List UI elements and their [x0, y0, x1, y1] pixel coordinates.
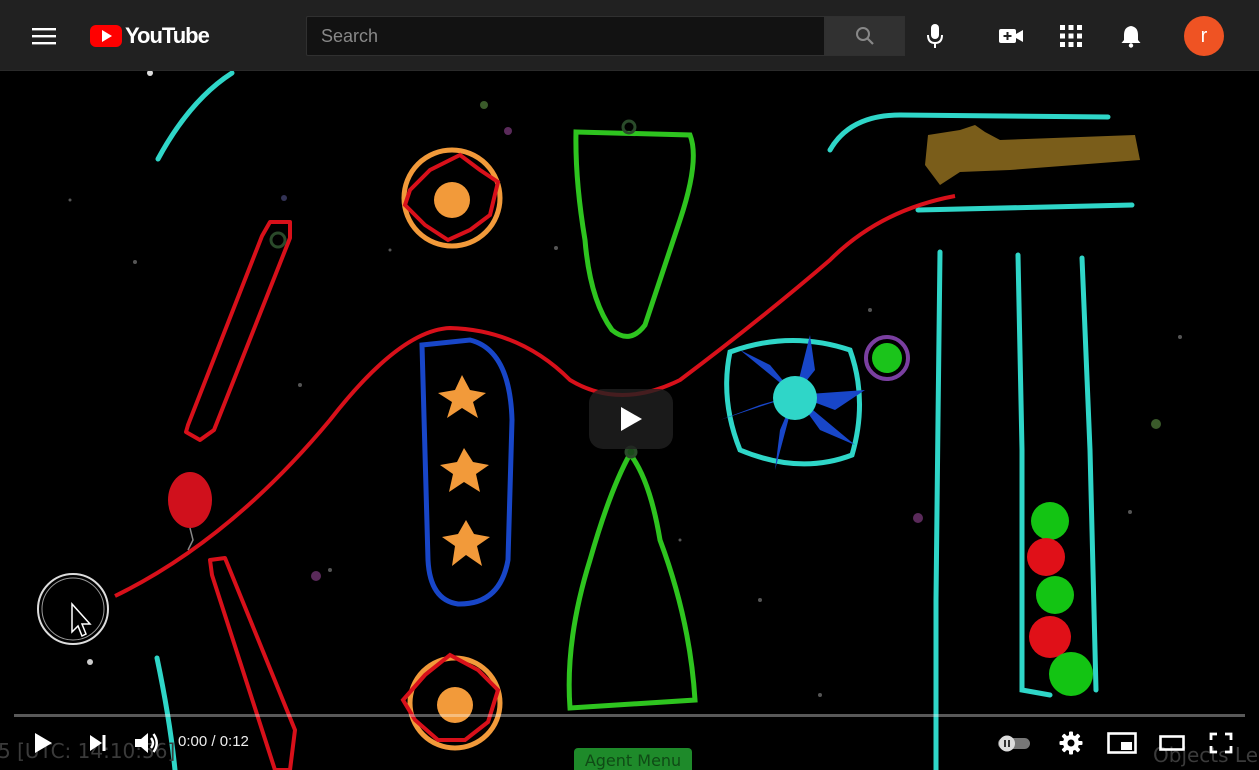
play-button[interactable]	[25, 725, 61, 761]
voice-search-button[interactable]	[915, 16, 955, 56]
notifications-button[interactable]	[1111, 16, 1151, 56]
youtube-app: YouTube Search r 5 [UTC: 14:10:56] Objec…	[0, 0, 1259, 770]
next-button[interactable]	[80, 725, 116, 761]
apps-button[interactable]	[1051, 16, 1091, 56]
guide-menu-button[interactable]	[24, 16, 64, 56]
fullscreen-button[interactable]	[1202, 725, 1240, 761]
theater-icon	[1159, 735, 1185, 751]
theater-mode-button[interactable]	[1152, 725, 1192, 761]
masthead: YouTube Search r	[0, 0, 1259, 71]
video-camera-add-icon	[999, 29, 1023, 43]
autoplay-toggle[interactable]	[994, 725, 1034, 761]
large-play-button[interactable]	[589, 389, 673, 449]
fullscreen-icon	[1209, 732, 1233, 754]
gear-icon	[1059, 731, 1083, 755]
create-button[interactable]	[991, 16, 1031, 56]
search-icon	[856, 27, 874, 45]
next-icon	[90, 735, 106, 751]
time-display: 0:00 / 0:12	[178, 733, 249, 750]
bell-icon	[1121, 26, 1141, 48]
search-input[interactable]: Search	[306, 16, 825, 56]
search-placeholder: Search	[321, 25, 379, 46]
search-button[interactable]	[825, 16, 905, 56]
mute-button[interactable]	[128, 725, 166, 761]
agent-menu-tab: Agent Menu	[574, 748, 692, 770]
miniplayer-button[interactable]	[1102, 725, 1142, 761]
volume-icon	[135, 733, 158, 753]
hamburger-icon	[32, 28, 56, 45]
progress-bar[interactable]	[14, 714, 1245, 717]
apps-grid-icon	[1060, 25, 1082, 47]
microphone-icon	[927, 24, 943, 48]
miniplayer-icon	[1107, 732, 1137, 754]
autoplay-toggle-icon	[998, 735, 1030, 752]
video-player[interactable]: 5 [UTC: 14:10:56] Objects Le Agent Menu	[0, 71, 1259, 770]
settings-button[interactable]	[1052, 725, 1090, 761]
play-icon	[35, 733, 52, 753]
logo-text: YouTube	[125, 23, 210, 48]
play-icon	[621, 407, 642, 431]
youtube-logo[interactable]: YouTube	[90, 22, 210, 50]
youtube-play-logo-icon	[90, 25, 122, 47]
avatar-button[interactable]: r	[1184, 16, 1224, 56]
